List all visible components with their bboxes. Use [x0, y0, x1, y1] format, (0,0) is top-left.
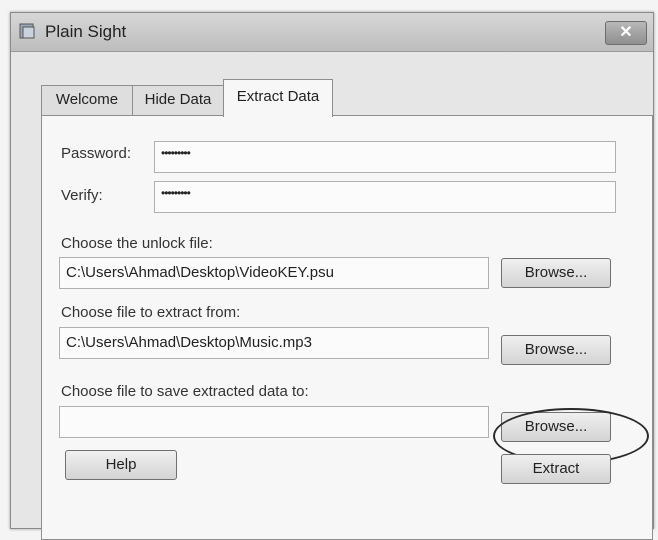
extract-from-field[interactable]: C:\Users\Ahmad\Desktop\Music.mp3 — [59, 327, 489, 359]
tab-welcome[interactable]: Welcome — [41, 85, 133, 115]
password-label: Password: — [61, 145, 132, 162]
tab-hide-data[interactable]: Hide Data — [132, 85, 224, 115]
unlock-file-label: Choose the unlock file: — [61, 235, 213, 252]
tab-extract-data[interactable]: Extract Data — [223, 79, 333, 117]
extract-from-label: Choose file to extract from: — [61, 304, 241, 321]
title-bar: Plain Sight ✕ — [11, 13, 653, 52]
plain-sight-window: Plain Sight ✕ Welcome Hide Data Extract … — [10, 12, 654, 540]
save-to-label: Choose file to save extracted data to: — [61, 383, 309, 400]
browse-extract-from-button[interactable]: Browse... — [501, 335, 611, 365]
close-button[interactable]: ✕ — [605, 21, 647, 45]
unlock-file-field[interactable]: C:\Users\Ahmad\Desktop\VideoKEY.psu — [59, 257, 489, 289]
help-button[interactable]: Help — [65, 450, 177, 480]
browse-unlock-button[interactable]: Browse... — [501, 258, 611, 288]
window-title: Plain Sight — [45, 22, 127, 41]
extract-button[interactable]: Extract — [501, 454, 611, 484]
verify-label: Verify: — [61, 187, 103, 204]
save-to-field[interactable] — [59, 406, 489, 438]
password-field[interactable]: ••••••••• — [154, 141, 616, 173]
app-icon — [19, 23, 35, 39]
verify-field[interactable]: ••••••••• — [154, 181, 616, 213]
